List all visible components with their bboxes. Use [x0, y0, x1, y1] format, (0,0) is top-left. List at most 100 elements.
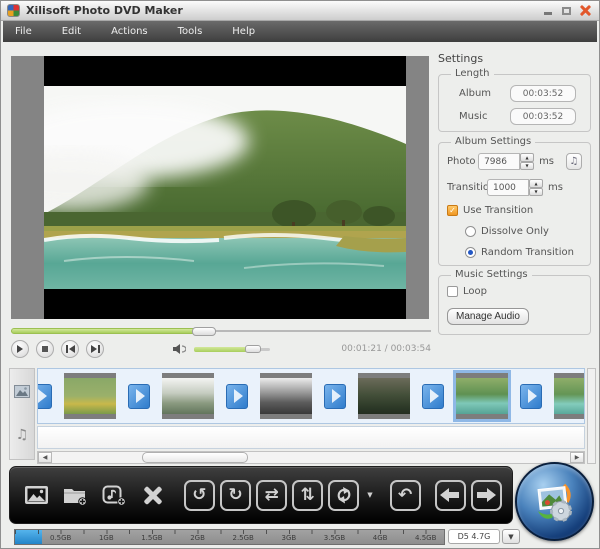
timeline-thumbnail-1[interactable] [64, 373, 116, 419]
spin-up-icon[interactable]: ▲ [520, 153, 534, 162]
burn-dvd-button[interactable] [515, 462, 594, 541]
close-button[interactable] [578, 4, 593, 17]
transition-marker[interactable] [128, 384, 150, 409]
title-bar: Xilisoft Photo DVD Maker [1, 1, 599, 21]
menu-help[interactable]: Help [232, 26, 255, 37]
scroll-left-button[interactable]: ◀ [38, 452, 52, 463]
minimize-icon [544, 12, 552, 15]
music-timeline[interactable] [37, 426, 585, 449]
stop-icon [42, 346, 48, 352]
undo-button[interactable]: ↶ [390, 480, 421, 511]
volume-handle[interactable] [245, 345, 261, 353]
check-icon: ✓ [449, 206, 456, 215]
play-button[interactable] [11, 340, 29, 358]
play-icon [17, 345, 23, 353]
timeline-thumbnail-3[interactable] [260, 373, 312, 419]
photo-duration-spin-buttons[interactable]: ▲▼ [520, 153, 534, 170]
move-left-button[interactable] [435, 480, 466, 511]
window-title: Xilisoft Photo DVD Maker [26, 4, 183, 17]
disc-caret-icon: ▼ [508, 533, 513, 541]
loop-checkbox[interactable] [447, 286, 458, 297]
music-track-tab[interactable]: ♫ [10, 413, 34, 457]
timeline-scrollbar[interactable]: ◀ ▶ [37, 451, 585, 464]
disc-type-dropdown-button[interactable]: ▼ [502, 529, 520, 544]
menu-edit[interactable]: Edit [62, 26, 81, 37]
transition-marker[interactable] [422, 384, 444, 409]
transition-duration-label: Transition [447, 182, 487, 193]
seek-bar[interactable] [11, 326, 431, 336]
seek-handle[interactable] [192, 327, 216, 336]
timeline-thumbnail-6[interactable] [554, 373, 585, 419]
stop-button[interactable] [36, 340, 54, 358]
photo-music-button[interactable]: ♫ [566, 153, 582, 170]
menu-tools[interactable]: Tools [178, 26, 203, 37]
album-length-label: Album [459, 88, 491, 99]
transition-button[interactable] [328, 480, 359, 511]
transition-caret-icon: ▼ [367, 491, 372, 499]
random-transition-radio[interactable] [465, 247, 476, 258]
volume-slider[interactable] [194, 344, 270, 354]
delete-icon [141, 483, 165, 507]
length-legend: Length [451, 68, 494, 79]
rotate-left-button[interactable]: ↺ [184, 480, 215, 511]
timeline-vertical-scrollbar[interactable] [587, 368, 596, 464]
transition-marker[interactable] [226, 384, 248, 409]
photo-track-tab[interactable] [10, 369, 34, 413]
add-photos-icon [24, 485, 49, 505]
close-icon [580, 5, 591, 16]
menu-file[interactable]: File [15, 26, 32, 37]
add-music-button[interactable] [97, 477, 131, 513]
flip-horizontal-icon: ⇄ [264, 485, 278, 505]
photo-duration-value[interactable]: 7986 [478, 153, 520, 170]
timeline-thumbnail-4[interactable] [358, 373, 410, 419]
random-transition-label: Random Transition [481, 247, 574, 258]
transition-duration-value[interactable]: 1000 [487, 179, 529, 196]
preview-photo [44, 86, 406, 289]
manage-audio-button[interactable]: Manage Audio [447, 308, 529, 325]
transport-controls: 00:01:21 / 00:03:54 [11, 339, 431, 359]
scrollbar-thumb[interactable] [142, 452, 248, 463]
flip-vertical-button[interactable]: ⇅ [292, 480, 323, 511]
transition-duration-spinner[interactable]: 1000 ▲▼ [487, 179, 543, 196]
spin-up-icon[interactable]: ▲ [529, 179, 543, 188]
transition-dropdown-button[interactable]: ▼ [364, 480, 375, 510]
timeline-thumbnail-5-selected[interactable] [456, 373, 508, 419]
add-folder-button[interactable] [59, 477, 93, 513]
move-right-button[interactable] [471, 480, 502, 511]
disc-type-value[interactable]: D5 4.7G [448, 529, 500, 544]
spin-down-icon[interactable]: ▼ [520, 162, 534, 171]
delete-button[interactable] [136, 477, 170, 513]
app-window: Xilisoft Photo DVD Maker File Edit Actio… [0, 0, 600, 549]
next-button[interactable] [86, 340, 104, 358]
music-length-value: 00:03:52 [510, 108, 576, 125]
capacity-label: 2GB [190, 534, 205, 542]
rotate-left-icon: ↺ [192, 485, 206, 505]
menu-actions[interactable]: Actions [111, 26, 148, 37]
transition-duration-spin-buttons[interactable]: ▲▼ [529, 179, 543, 196]
add-photos-button[interactable] [20, 477, 54, 513]
previous-icon [66, 345, 75, 353]
timeline-thumbnail-2[interactable] [162, 373, 214, 419]
transition-marker[interactable] [324, 384, 346, 409]
settings-panel-title: Settings [438, 52, 483, 65]
flip-horizontal-button[interactable]: ⇄ [256, 480, 287, 511]
maximize-icon [562, 7, 571, 15]
maximize-button[interactable] [559, 4, 574, 17]
minimize-button[interactable] [540, 4, 555, 17]
use-transition-checkbox[interactable]: ✓ [447, 205, 458, 216]
scroll-right-button[interactable]: ▶ [570, 452, 584, 463]
rotate-right-icon: ↻ [228, 485, 242, 505]
flip-vertical-icon: ⇅ [301, 485, 315, 505]
undo-icon: ↶ [398, 485, 412, 505]
transition-marker[interactable] [520, 384, 542, 409]
previous-button[interactable] [61, 340, 79, 358]
rotate-right-button[interactable]: ↻ [220, 480, 251, 511]
app-icon [7, 4, 20, 17]
music-settings-group: Music Settings Loop Manage Audio [438, 275, 591, 335]
spin-down-icon[interactable]: ▼ [529, 188, 543, 197]
album-settings-group: Album Settings Photo 7986 ▲▼ ms ♫ Transi… [438, 142, 591, 266]
transition-marker[interactable] [37, 384, 52, 409]
dissolve-only-radio[interactable] [465, 226, 476, 237]
photo-duration-spinner[interactable]: 7986 ▲▼ [478, 153, 534, 170]
music-settings-legend: Music Settings [451, 269, 532, 280]
